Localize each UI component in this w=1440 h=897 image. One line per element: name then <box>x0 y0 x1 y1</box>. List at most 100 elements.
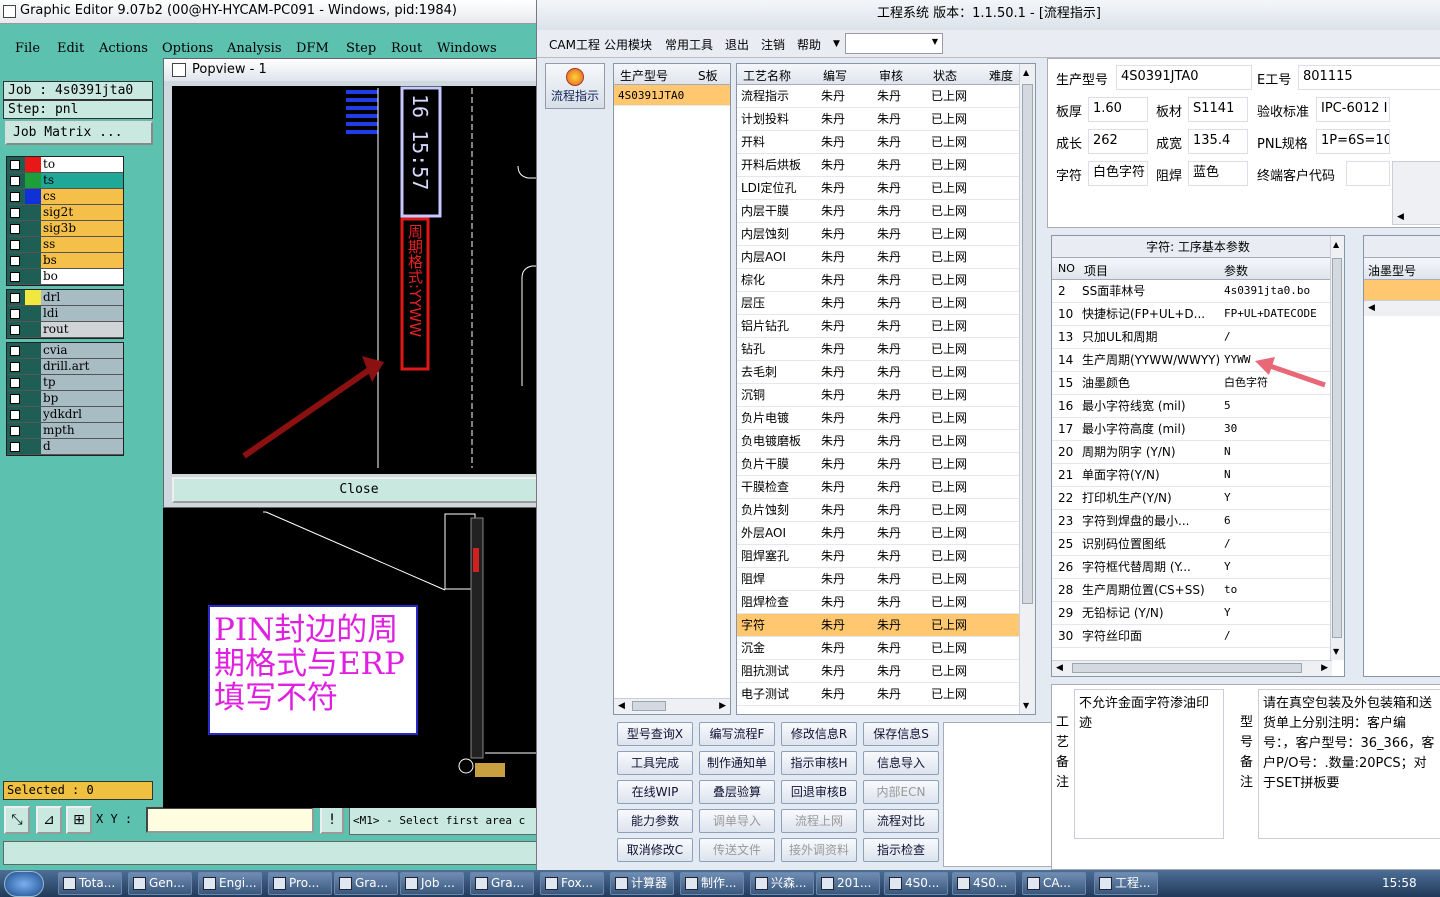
process-row[interactable]: 层压 朱丹 朱丹 已上网 <box>737 292 1035 315</box>
process-row[interactable]: 负片干膜 朱丹 朱丹 已上网 <box>737 453 1035 476</box>
layer-row[interactable]: bs <box>7 253 123 269</box>
layer-row[interactable]: drill.art <box>7 359 123 375</box>
process-vscroll[interactable]: ▲ ▼ <box>1019 64 1035 714</box>
customer-value[interactable] <box>1346 161 1390 186</box>
param-row[interactable]: 25 识别码位置图纸 / <box>1052 533 1344 556</box>
taskbar-item[interactable]: Gen... <box>128 872 192 895</box>
process-row[interactable]: 负电镀磨板 朱丹 朱丹 已上网 <box>737 430 1035 453</box>
layer-checkbox[interactable] <box>10 224 20 234</box>
layer-checkbox[interactable] <box>10 293 20 303</box>
thickness-value[interactable]: 1.60 <box>1088 97 1148 122</box>
standard-value[interactable]: IPC-6012 I <box>1316 97 1390 122</box>
function-button[interactable]: 叠层验算 <box>699 780 775 804</box>
param-row[interactable]: 2 SS面菲林号 4s0391jta0.bo <box>1052 280 1344 303</box>
param-row[interactable]: 30 字符丝印面 / <box>1052 625 1344 648</box>
function-button[interactable]: 信息导入 <box>863 751 939 775</box>
layer-checkbox[interactable] <box>10 272 20 282</box>
function-button[interactable]: 保存信息S <box>863 722 939 746</box>
layer-row[interactable]: ydkdrl <box>7 407 123 423</box>
layer-row[interactable]: mpth <box>7 423 123 439</box>
function-button[interactable]: 流程对比 <box>863 809 939 833</box>
param-row[interactable]: 29 无铅标记 (Y/N) Y <box>1052 602 1344 625</box>
process-remark-text[interactable]: 不允许金面字符渗油印迹 <box>1074 689 1224 839</box>
layer-row[interactable]: d <box>7 439 123 455</box>
process-row[interactable]: 字符 朱丹 朱丹 已上网 <box>737 614 1035 637</box>
menu-windows[interactable]: Windows <box>437 41 497 56</box>
taskbar-item[interactable]: 201... <box>816 872 880 895</box>
menu-public-modules[interactable]: 公用模块 <box>604 36 652 53</box>
function-button[interactable]: 调单导入 <box>699 809 775 833</box>
process-row[interactable]: 干膜检查 朱丹 朱丹 已上网 <box>737 476 1035 499</box>
param-row[interactable]: 10 快捷标记(FP+UL+D... FP+UL+DATECODE <box>1052 303 1344 326</box>
layer-row[interactable]: bo <box>7 269 123 285</box>
menu-dfm[interactable]: DFM <box>296 41 329 56</box>
taskbar-item[interactable]: CA... <box>1022 872 1086 895</box>
layer-row[interactable]: ts <box>7 173 123 189</box>
job-matrix-button[interactable]: Job Matrix ... <box>5 121 153 145</box>
popview-canvas[interactable]: 16 15:57 周期格式:YYWW <box>172 86 546 474</box>
model-row[interactable]: 4S0391JTA0 <box>614 85 730 106</box>
function-button[interactable]: 指示检查 <box>863 838 939 862</box>
process-row[interactable]: 钻孔 朱丹 朱丹 已上网 <box>737 338 1035 361</box>
menu-exit[interactable]: 退出 <box>725 36 749 53</box>
process-row[interactable]: 负片电镀 朱丹 朱丹 已上网 <box>737 407 1035 430</box>
taskbar-item[interactable]: Fox... <box>540 872 604 895</box>
width-value[interactable]: 135.4 <box>1188 129 1248 154</box>
process-row[interactable]: 外层AOI 朱丹 朱丹 已上网 <box>737 522 1035 545</box>
param-row[interactable]: 17 最小字符高度 (mil) 30 <box>1052 418 1344 441</box>
function-button[interactable]: 内部ECN <box>863 780 939 804</box>
taskbar-item[interactable]: Engi... <box>198 872 262 895</box>
param-row[interactable]: 21 单面字符(Y/N) N <box>1052 464 1344 487</box>
material-value[interactable]: S1141 <box>1188 97 1248 122</box>
function-button[interactable]: 指示审核H <box>781 751 857 775</box>
param-vscroll-thumb[interactable] <box>1332 258 1342 638</box>
menu-options[interactable]: Options <box>162 41 213 56</box>
vscroll-thumb[interactable] <box>1022 84 1033 604</box>
layer-checkbox[interactable] <box>10 426 20 436</box>
menu-rout[interactable]: Rout <box>391 41 422 56</box>
menu-logout[interactable]: 注销 <box>761 36 785 53</box>
menu-cam[interactable]: CAM工程 <box>549 36 600 53</box>
mask-value[interactable]: 蓝色 <box>1188 161 1248 186</box>
param-row[interactable]: 22 打印机生产(Y/N) Y <box>1052 487 1344 510</box>
param-row[interactable]: 20 周期为阴字 (Y/N) N <box>1052 441 1344 464</box>
zoom-tool-button[interactable]: ⤡ <box>4 806 30 834</box>
char-value[interactable]: 白色字符 <box>1088 161 1148 186</box>
layer-checkbox[interactable] <box>10 362 20 372</box>
process-row[interactable]: 棕化 朱丹 朱丹 已上网 <box>737 269 1035 292</box>
hscroll-thumb[interactable] <box>632 701 666 711</box>
param-hscroll-thumb[interactable] <box>1072 663 1302 673</box>
param-vscroll[interactable]: ▲ ▼ <box>1330 236 1344 660</box>
process-row[interactable]: 流程指示 朱丹 朱丹 已上网 <box>737 85 1035 108</box>
param-row[interactable]: 26 字符框代替周期 (Y... Y <box>1052 556 1344 579</box>
layer-checkbox[interactable] <box>10 325 20 335</box>
layer-checkbox[interactable] <box>10 256 20 266</box>
process-row[interactable]: 开料后烘板 朱丹 朱丹 已上网 <box>737 154 1035 177</box>
param-row[interactable]: 23 字符到焊盘的最小... 6 <box>1052 510 1344 533</box>
layer-checkbox[interactable] <box>10 442 20 452</box>
process-row[interactable]: 去毛刺 朱丹 朱丹 已上网 <box>737 361 1035 384</box>
process-row[interactable]: 阻焊检查 朱丹 朱丹 已上网 <box>737 591 1035 614</box>
xy-input[interactable] <box>146 807 314 833</box>
layer-checkbox[interactable] <box>10 176 20 186</box>
menu-analysis[interactable]: Analysis <box>227 41 282 56</box>
process-row[interactable]: 内层蚀刻 朱丹 朱丹 已上网 <box>737 223 1035 246</box>
menu-actions[interactable]: Actions <box>99 41 148 56</box>
layer-checkbox[interactable] <box>10 208 20 218</box>
taskbar-item[interactable]: Pro... <box>268 872 332 895</box>
taskbar-item[interactable]: Gra... <box>334 872 398 895</box>
function-button[interactable]: 取消修改C <box>617 838 693 862</box>
layer-checkbox[interactable] <box>10 410 20 420</box>
function-button[interactable]: 修改信息R <box>781 722 857 746</box>
taskbar-item[interactable]: Gra... <box>470 872 534 895</box>
taskbar-item[interactable]: 4S0... <box>952 872 1016 895</box>
process-row[interactable]: 内层AOI 朱丹 朱丹 已上网 <box>737 246 1035 269</box>
model-grid-hscroll[interactable]: ◀ ▶ <box>614 698 730 714</box>
taskbar-item[interactable]: 4S0... <box>884 872 948 895</box>
process-row[interactable]: 沉铜 朱丹 朱丹 已上网 <box>737 384 1035 407</box>
function-button[interactable]: 在线WIP <box>617 780 693 804</box>
param-row[interactable]: 13 只加UL和周期 / <box>1052 326 1344 349</box>
toolbar-combo[interactable]: ▼ <box>845 33 943 54</box>
menu-edit[interactable]: Edit <box>57 41 84 56</box>
menu-help[interactable]: 帮助 <box>797 36 821 53</box>
